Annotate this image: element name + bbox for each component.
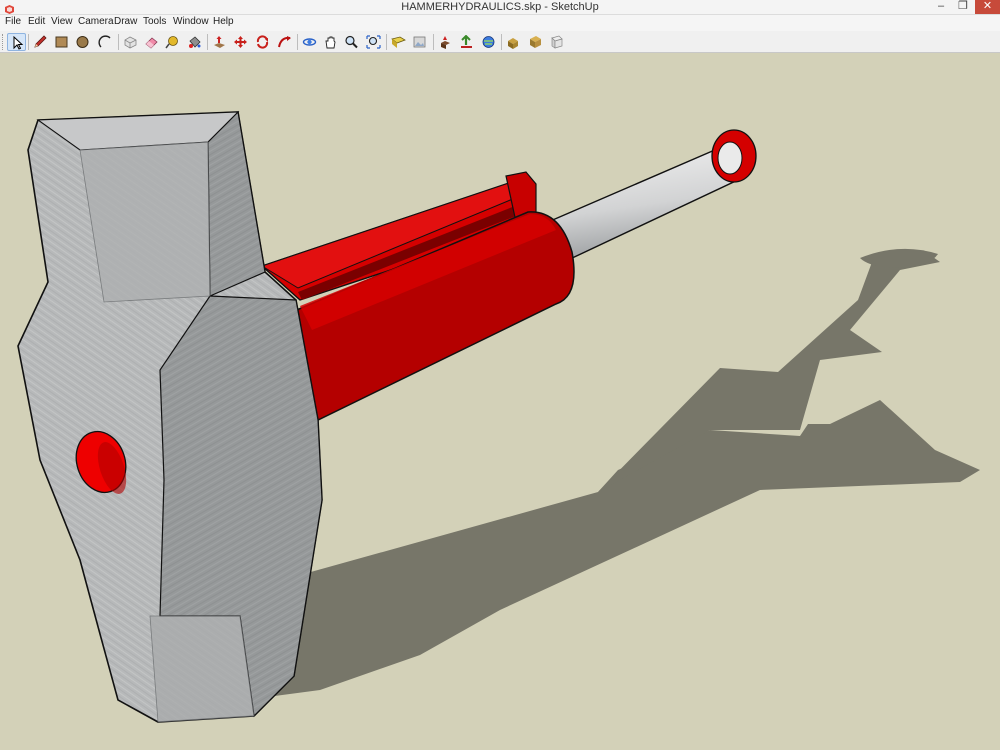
extension-icon[interactable] bbox=[526, 33, 545, 51]
toolbar-grip[interactable] bbox=[2, 34, 5, 50]
menu-view[interactable]: View bbox=[51, 16, 73, 27]
model-viewport[interactable] bbox=[0, 54, 1000, 750]
pan-icon[interactable] bbox=[321, 33, 340, 51]
select-icon[interactable] bbox=[7, 33, 26, 51]
get-models-icon[interactable] bbox=[436, 33, 455, 51]
toolbar-separator bbox=[433, 34, 434, 50]
circle-icon[interactable] bbox=[73, 33, 92, 51]
add-location-icon[interactable] bbox=[389, 33, 408, 51]
menu-tools[interactable]: Tools bbox=[143, 16, 166, 27]
3d-warehouse-icon[interactable] bbox=[479, 33, 498, 51]
move-icon[interactable] bbox=[231, 33, 250, 51]
share-model-icon[interactable] bbox=[457, 33, 476, 51]
minimize-button[interactable]: ‒ bbox=[930, 0, 952, 14]
hammer-head-panel bbox=[149, 615, 255, 723]
window-title: HAMMERHYDRAULICS.skp - SketchUp bbox=[401, 1, 599, 13]
hammer-head-right-face bbox=[207, 110, 266, 297]
pencil-icon[interactable] bbox=[31, 33, 50, 51]
menu-file[interactable]: File bbox=[5, 16, 21, 27]
component-warehouse-icon[interactable] bbox=[504, 33, 523, 51]
zoom-icon[interactable] bbox=[342, 33, 361, 51]
toolbar-separator bbox=[207, 34, 208, 50]
tape-measure-icon[interactable] bbox=[163, 33, 182, 51]
menu-help[interactable]: Help bbox=[213, 16, 234, 27]
layout-icon[interactable] bbox=[547, 33, 566, 51]
eraser-icon[interactable] bbox=[142, 33, 161, 51]
maximize-button[interactable]: ❐ bbox=[952, 0, 974, 14]
menu-bar: File Edit View Camera Draw Tools Window … bbox=[0, 15, 1000, 31]
paint-bucket-icon[interactable] bbox=[185, 33, 204, 51]
title-bar: HAMMERHYDRAULICS.skp - SketchUp ‒ ❐ ✕ bbox=[0, 0, 1000, 15]
orbit-icon[interactable] bbox=[300, 33, 319, 51]
make-component-icon[interactable] bbox=[121, 33, 140, 51]
toolbar-separator bbox=[501, 34, 502, 50]
zoom-extents-icon[interactable] bbox=[364, 33, 383, 51]
main-toolbar bbox=[0, 31, 1000, 53]
menu-camera[interactable]: Camera bbox=[78, 16, 114, 27]
menu-edit[interactable]: Edit bbox=[28, 16, 45, 27]
push-pull-icon[interactable] bbox=[210, 33, 229, 51]
rotate-icon[interactable] bbox=[253, 33, 272, 51]
toolbar-separator bbox=[118, 34, 119, 50]
toolbar-separator bbox=[386, 34, 387, 50]
model-scene bbox=[17, 110, 980, 723]
close-button[interactable]: ✕ bbox=[975, 0, 1000, 14]
toolbar-separator bbox=[28, 34, 29, 50]
toolbar-separator bbox=[297, 34, 298, 50]
ground-shadow bbox=[220, 400, 980, 700]
rod-end-face bbox=[717, 141, 743, 175]
sketchup-window: HAMMERHYDRAULICS.skp - SketchUp ‒ ❐ ✕ Fi… bbox=[0, 0, 1000, 750]
arc-icon[interactable] bbox=[96, 33, 115, 51]
menu-window[interactable]: Window bbox=[173, 16, 209, 27]
rectangle-icon[interactable] bbox=[52, 33, 71, 51]
menu-draw[interactable]: Draw bbox=[114, 16, 137, 27]
follow-me-icon[interactable] bbox=[275, 33, 294, 51]
photo-textures-icon[interactable] bbox=[410, 33, 429, 51]
